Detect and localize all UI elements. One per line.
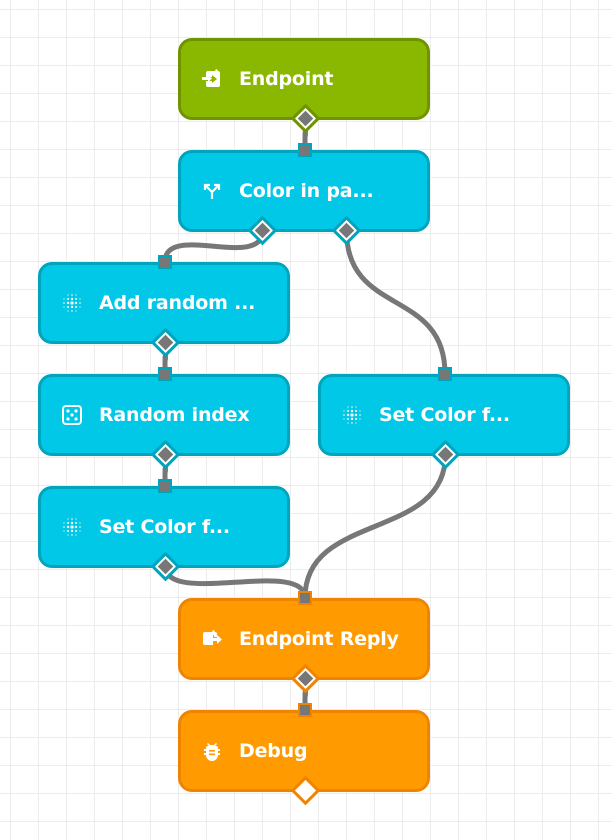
connection-wire-color-in-payload-to-set-color-right[interactable]	[344, 228, 448, 377]
function-dots-icon	[61, 516, 83, 538]
input-port[interactable]	[298, 703, 312, 717]
input-port[interactable]	[158, 367, 172, 381]
output-port[interactable]	[290, 663, 321, 694]
output-port-2[interactable]	[331, 215, 362, 246]
input-port[interactable]	[438, 367, 452, 381]
node-endpoint[interactable]: Endpoint	[178, 38, 430, 134]
node-set-color-left[interactable]: Set Color f...	[38, 479, 290, 582]
bug-icon	[201, 740, 223, 762]
output-port[interactable]	[150, 551, 181, 582]
node-label: Add random ...	[99, 292, 256, 314]
output-port-1[interactable]	[247, 215, 278, 246]
connection-wire-color-in-payload-to-add-random[interactable]	[162, 228, 265, 265]
connection-wire-set-color-right-to-endpoint-reply[interactable]	[302, 452, 448, 601]
endpoint-reply-icon	[201, 628, 223, 650]
node-label: Random index	[99, 404, 250, 426]
function-dots-icon	[61, 292, 83, 314]
input-port[interactable]	[298, 591, 312, 605]
node-label: Debug	[239, 740, 308, 762]
node-set-color-right[interactable]: Set Color f...	[318, 367, 570, 470]
output-port[interactable]	[150, 439, 181, 470]
connection-wire-set-color-left-to-endpoint-reply[interactable]	[163, 564, 308, 601]
output-port[interactable]	[290, 103, 321, 134]
node-add-random[interactable]: Add random ...	[38, 255, 290, 358]
node-label: Color in pa...	[239, 180, 374, 202]
input-port[interactable]	[158, 255, 172, 269]
node-color-in-payload[interactable]: Color in pa...	[178, 143, 430, 246]
function-dots-icon	[341, 404, 363, 426]
dice-icon	[61, 404, 83, 426]
input-port[interactable]	[298, 143, 312, 157]
endpoint-in-icon	[201, 68, 223, 90]
node-label: Set Color f...	[379, 404, 510, 426]
output-port-unconnected[interactable]	[290, 775, 321, 806]
node-endpoint-reply[interactable]: Endpoint Reply	[178, 591, 430, 694]
output-port[interactable]	[430, 439, 461, 470]
node-label: Endpoint Reply	[239, 628, 399, 650]
node-random-index[interactable]: Random index	[38, 367, 290, 470]
node-label: Endpoint	[239, 68, 334, 90]
input-port[interactable]	[158, 479, 172, 493]
node-label: Set Color f...	[99, 516, 230, 538]
split-icon	[201, 180, 223, 202]
node-debug[interactable]: Debug	[178, 703, 430, 806]
output-port[interactable]	[150, 327, 181, 358]
